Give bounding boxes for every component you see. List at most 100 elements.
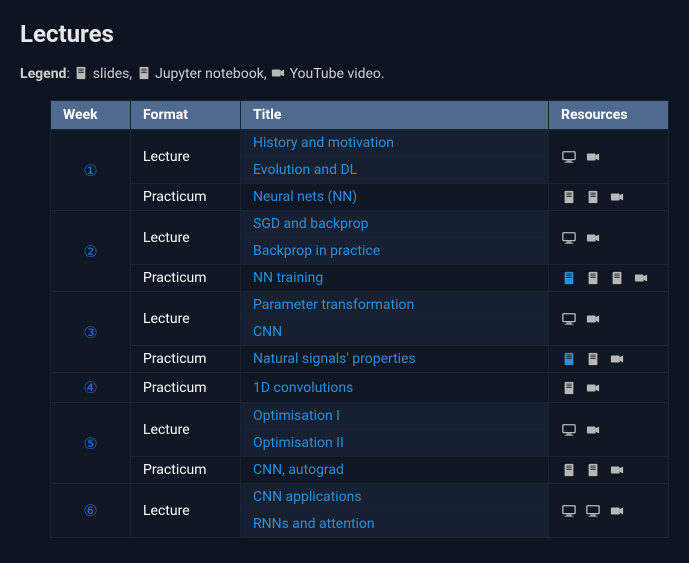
- camera-icon[interactable]: [609, 463, 625, 477]
- title-cell: Backprop in practice: [241, 238, 549, 265]
- lecture-link[interactable]: Optimisation II: [253, 435, 344, 451]
- camera-icon[interactable]: [633, 271, 649, 285]
- doc-icon: [73, 66, 89, 80]
- doc-icon[interactable]: [585, 463, 601, 477]
- lecture-link[interactable]: Optimisation I: [253, 408, 340, 424]
- resource-icons: [561, 150, 656, 164]
- format-cell: Lecture: [131, 292, 241, 346]
- doc-icon[interactable]: [561, 190, 577, 204]
- title-cell: 1D convolutions: [241, 373, 549, 403]
- lecture-link[interactable]: Natural signals' properties: [253, 351, 416, 367]
- table-row: Practicum CNN, autograd: [51, 457, 669, 484]
- resource-icons: [561, 423, 656, 437]
- title-cell: Neural nets (NN): [241, 184, 549, 211]
- title-cell: NN training: [241, 265, 549, 292]
- resource-icons: [561, 463, 656, 477]
- lecture-link[interactable]: Evolution and DL: [253, 162, 357, 178]
- lecture-link[interactable]: 1D convolutions: [253, 380, 353, 396]
- monitor-icon[interactable]: [561, 150, 577, 164]
- legend-label: Legend: [20, 66, 66, 82]
- header-title: Title: [241, 101, 549, 130]
- resources-cell: [549, 346, 669, 373]
- week-number: ③: [51, 292, 131, 373]
- lectures-table: Week Format Title Resources ①LectureHist…: [50, 100, 669, 538]
- format-cell: Practicum: [131, 184, 241, 211]
- doc-icon[interactable]: [561, 271, 577, 285]
- table-row: Practicum NN training: [51, 265, 669, 292]
- doc-icon[interactable]: [585, 190, 601, 204]
- table-row: ⑥LectureCNN applications: [51, 484, 669, 511]
- doc-icon[interactable]: [609, 271, 625, 285]
- camera-icon[interactable]: [585, 231, 601, 245]
- resources-cell: [549, 484, 669, 538]
- title-cell: Parameter transformation: [241, 292, 549, 319]
- title-cell: RNNs and attention: [241, 511, 549, 538]
- format-cell: Lecture: [131, 403, 241, 457]
- format-cell: Practicum: [131, 346, 241, 373]
- legend-slides: slides,: [93, 66, 132, 82]
- camera-icon[interactable]: [585, 423, 601, 437]
- resource-icons: [561, 231, 656, 245]
- resources-cell: [549, 130, 669, 184]
- table-row: ③LectureParameter transformation: [51, 292, 669, 319]
- doc-icon[interactable]: [561, 463, 577, 477]
- lecture-link[interactable]: Parameter transformation: [253, 297, 414, 313]
- camera-icon[interactable]: [585, 381, 601, 395]
- resource-icons: [561, 504, 656, 518]
- format-cell: Practicum: [131, 457, 241, 484]
- camera-icon[interactable]: [609, 504, 625, 518]
- table-row: Practicum Neural nets (NN): [51, 184, 669, 211]
- header-format: Format: [131, 101, 241, 130]
- camera-icon[interactable]: [585, 312, 601, 326]
- format-cell: Lecture: [131, 130, 241, 184]
- title-cell: Optimisation I: [241, 403, 549, 430]
- monitor-icon[interactable]: [561, 423, 577, 437]
- page-title: Lectures: [20, 20, 669, 48]
- resources-cell: [549, 403, 669, 457]
- lecture-link[interactable]: CNN, autograd: [253, 462, 344, 478]
- camera-icon[interactable]: [585, 150, 601, 164]
- lecture-link[interactable]: CNN applications: [253, 489, 362, 505]
- table-row: ④Practicum1D convolutions: [51, 373, 669, 403]
- table-row: ①LectureHistory and motivation: [51, 130, 669, 157]
- week-number: ②: [51, 211, 131, 292]
- lecture-link[interactable]: NN training: [253, 270, 323, 286]
- resources-cell: [549, 211, 669, 265]
- title-cell: History and motivation: [241, 130, 549, 157]
- resource-icons: [561, 190, 656, 204]
- title-cell: CNN: [241, 319, 549, 346]
- title-cell: Evolution and DL: [241, 157, 549, 184]
- title-cell: Optimisation II: [241, 430, 549, 457]
- week-number: ⑥: [51, 484, 131, 538]
- format-cell: Lecture: [131, 211, 241, 265]
- lecture-link[interactable]: Neural nets (NN): [253, 189, 357, 205]
- table-row: ②LectureSGD and backprop: [51, 211, 669, 238]
- week-number: ⑤: [51, 403, 131, 484]
- title-cell: CNN applications: [241, 484, 549, 511]
- camera-icon[interactable]: [609, 352, 625, 366]
- monitor-icon[interactable]: [561, 312, 577, 326]
- doc-icon[interactable]: [585, 271, 601, 285]
- monitor-icon[interactable]: [561, 231, 577, 245]
- title-cell: CNN, autograd: [241, 457, 549, 484]
- format-cell: Practicum: [131, 265, 241, 292]
- resource-icons: [561, 271, 656, 285]
- doc-icon[interactable]: [561, 381, 577, 395]
- monitor-icon[interactable]: [561, 504, 577, 518]
- title-cell: SGD and backprop: [241, 211, 549, 238]
- doc-icon[interactable]: [585, 352, 601, 366]
- title-cell: Natural signals' properties: [241, 346, 549, 373]
- lecture-link[interactable]: CNN: [253, 324, 282, 340]
- lecture-link[interactable]: SGD and backprop: [253, 216, 368, 232]
- resource-icons: [561, 312, 656, 326]
- camera-icon[interactable]: [609, 190, 625, 204]
- table-row: ⑤LectureOptimisation I: [51, 403, 669, 430]
- doc-icon[interactable]: [561, 352, 577, 366]
- lecture-link[interactable]: RNNs and attention: [253, 516, 375, 532]
- monitor-icon[interactable]: [585, 504, 601, 518]
- table-row: Practicum Natural signals' properties: [51, 346, 669, 373]
- lecture-link[interactable]: Backprop in practice: [253, 243, 380, 259]
- header-resources: Resources: [549, 101, 669, 130]
- legend-notebook: Jupyter notebook,: [155, 66, 266, 82]
- lecture-link[interactable]: History and motivation: [253, 135, 394, 151]
